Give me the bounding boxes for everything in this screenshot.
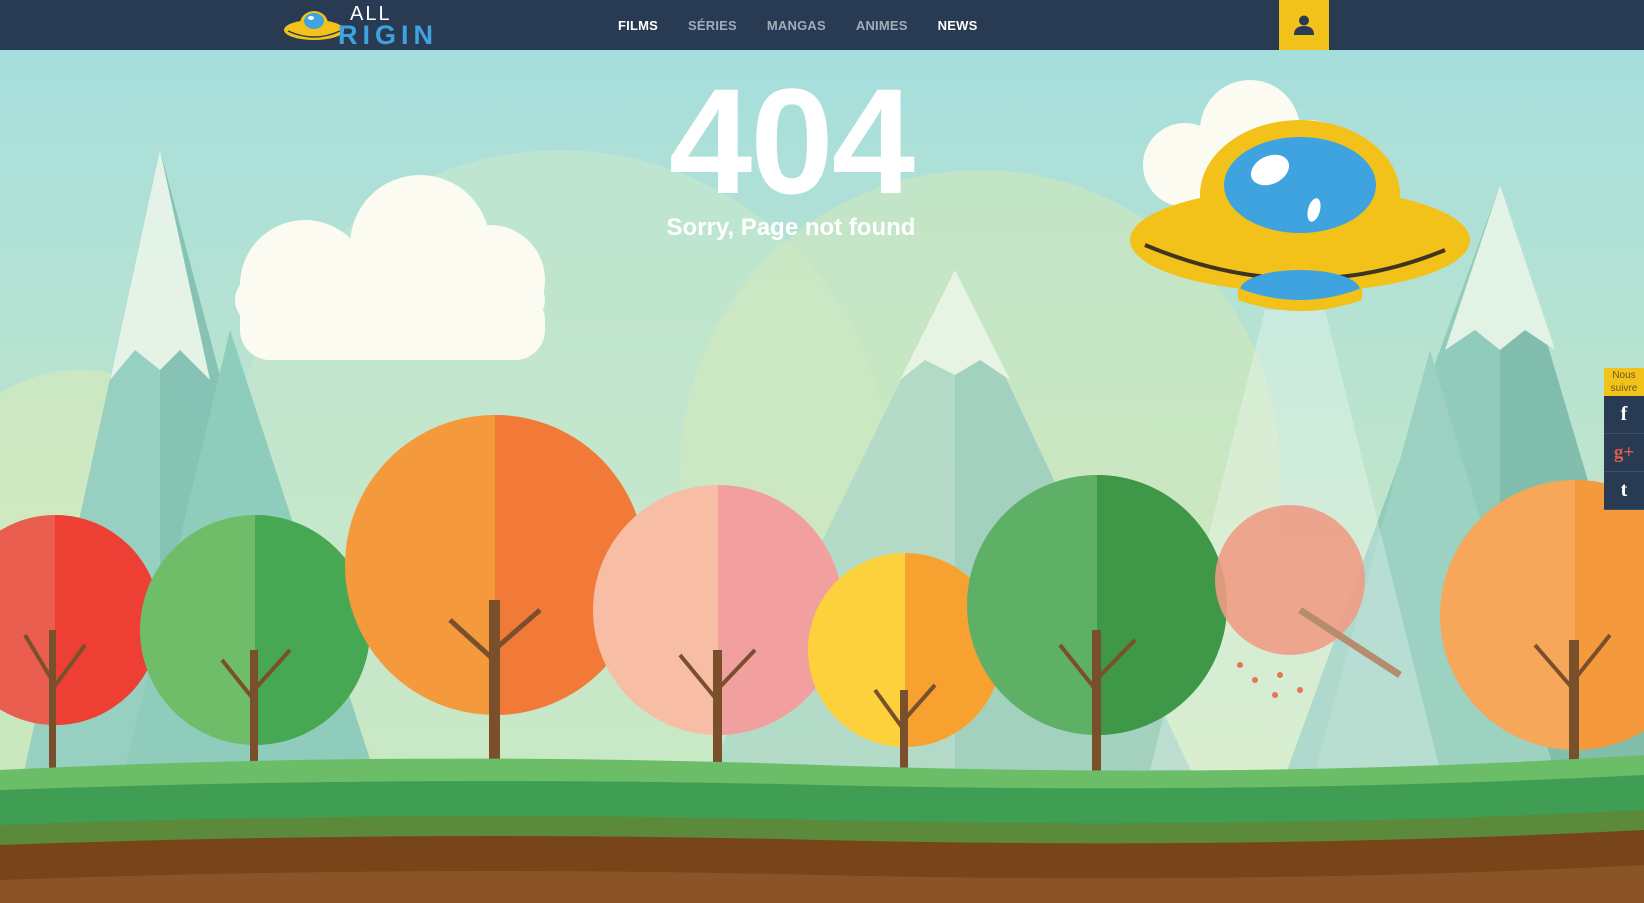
top-navbar: ALL RIGIN FILMS SÉRIES MANGAS ANIMES NEW… [0, 0, 1644, 50]
user-account-button[interactable] [1279, 0, 1329, 50]
tumblr-icon: t [1620, 479, 1628, 501]
facebook-button[interactable]: f [1604, 396, 1644, 434]
error-message: Sorry, Page not found [666, 214, 916, 241]
main-nav: FILMS SÉRIES MANGAS ANIMES NEWS [618, 0, 1007, 50]
user-icon [1294, 15, 1314, 35]
ufo-logo-icon [284, 11, 344, 40]
facebook-icon: f [1620, 403, 1628, 425]
social-label: Nous suivre [1604, 368, 1644, 396]
logo-text-bottom: RIGIN [338, 20, 439, 50]
nav-news[interactable]: NEWS [938, 18, 978, 33]
nav-mangas[interactable]: MANGAS [767, 18, 826, 33]
nav-films[interactable]: FILMS [618, 18, 658, 33]
google-plus-button[interactable]: g+ [1604, 434, 1644, 472]
google-plus-icon: g+ [1613, 441, 1635, 463]
nav-animes[interactable]: ANIMES [856, 18, 908, 33]
error-code: 404 [668, 57, 915, 225]
error-block: 404 Sorry, Page not found [0, 66, 1582, 242]
social-sidebar: Nous suivre f g+ t [1604, 368, 1644, 510]
tumblr-button[interactable]: t [1604, 472, 1644, 510]
site-logo[interactable]: ALL RIGIN [280, 3, 440, 50]
nav-series[interactable]: SÉRIES [688, 18, 737, 33]
